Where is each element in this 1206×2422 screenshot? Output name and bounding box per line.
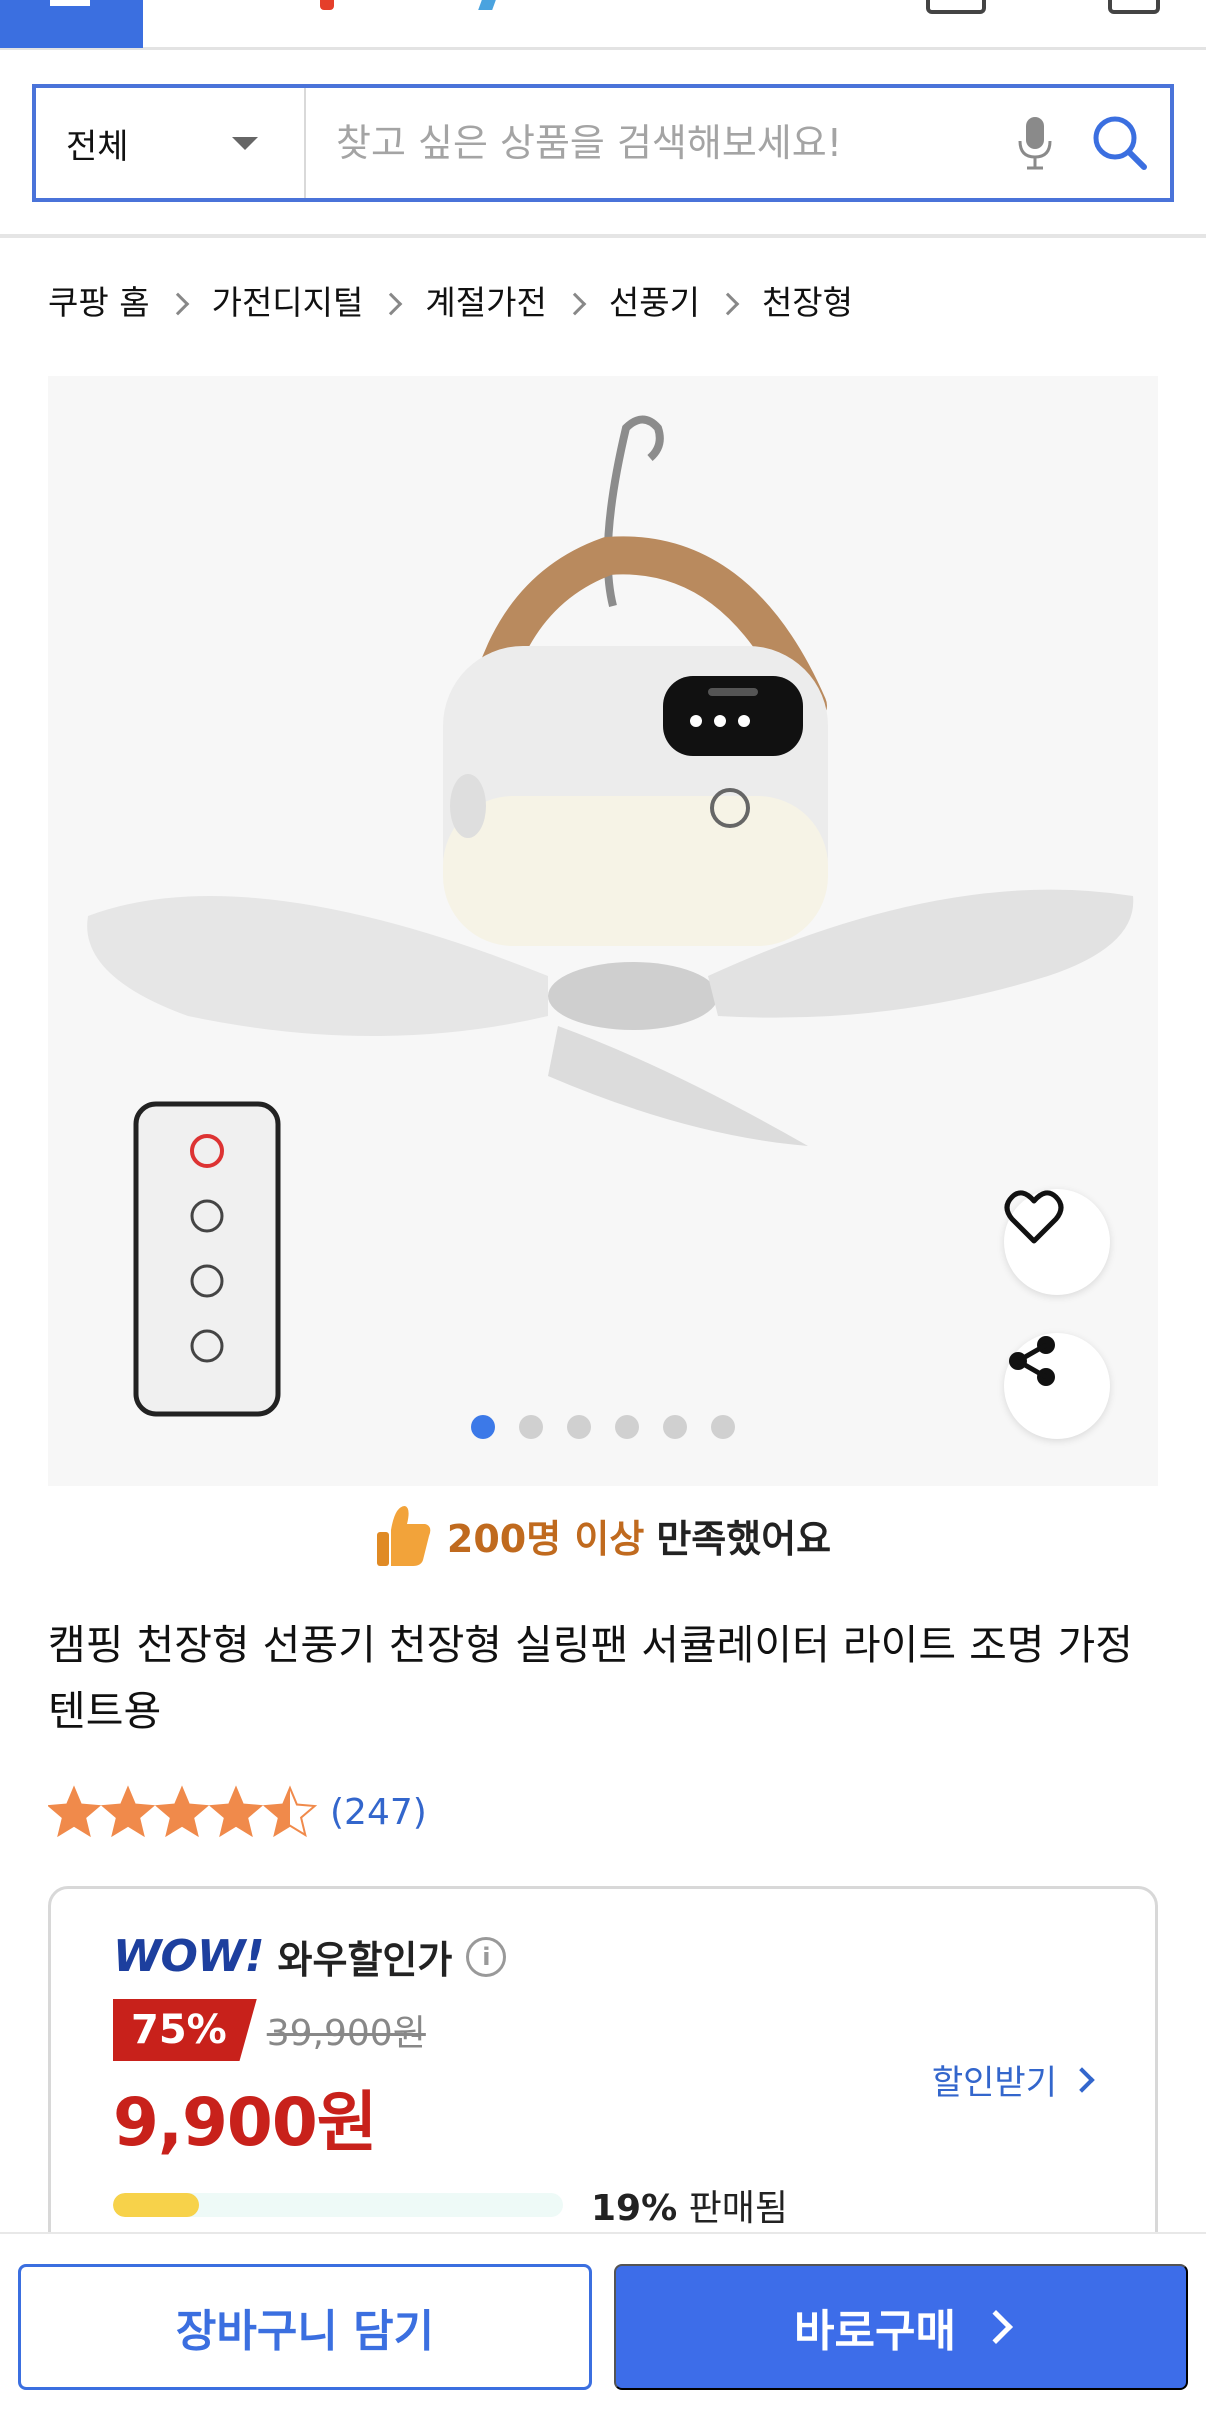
- satisfaction-text: 만족했어요: [656, 1516, 832, 1561]
- gallery-pagination: [0, 1415, 1206, 1439]
- discount-row: 75% 39,900원: [113, 1999, 426, 2061]
- bottom-action-bar: 장바구니 담기 바로구매: [0, 2232, 1206, 2422]
- wishlist-button[interactable]: [1004, 1189, 1110, 1295]
- info-icon[interactable]: i: [466, 1936, 507, 1977]
- rating-star: [262, 1785, 318, 1838]
- chevron-right-icon: [716, 292, 740, 316]
- menu-button[interactable]: [0, 0, 143, 48]
- sold-progress-fill: [113, 2193, 199, 2217]
- sold-text: 19% 판매됨: [591, 2179, 788, 2231]
- chevron-right-icon: [1069, 2066, 1095, 2093]
- category-select[interactable]: 전체: [36, 88, 306, 198]
- search-icon[interactable]: [1070, 88, 1170, 198]
- rating-star: [154, 1785, 210, 1838]
- microphone-icon[interactable]: [1000, 88, 1070, 198]
- product-image-gallery[interactable]: [48, 376, 1158, 1486]
- search-bar: 전체: [32, 84, 1174, 202]
- cart-icon[interactable]: [1108, 0, 1160, 14]
- product-rating[interactable]: (247): [48, 1782, 427, 1842]
- chevron-right-icon: [380, 292, 403, 316]
- breadcrumb-item-ceiling[interactable]: 천장형: [762, 276, 853, 324]
- category-select-value: 전체: [66, 126, 129, 167]
- rating-star: [100, 1785, 156, 1838]
- share-icon: [1009, 1336, 1055, 1386]
- original-price: 39,900원: [266, 2013, 426, 2054]
- chevron-right-icon: [563, 292, 587, 316]
- satisfaction-count: 200명 이상: [446, 1516, 645, 1561]
- rating-star: [48, 1785, 102, 1838]
- logo-fragment[interactable]: [320, 0, 334, 10]
- sold-progress: 19% 판매됨: [113, 2179, 788, 2231]
- buy-now-label: 바로구매: [794, 2306, 956, 2357]
- product-image: [87, 415, 1134, 1417]
- logo-fragment-2[interactable]: [478, 0, 496, 10]
- coupon-label: 할인받기: [931, 2063, 1057, 2103]
- wow-logo: WOW!: [113, 1931, 265, 1982]
- pagination-dot[interactable]: [567, 1415, 591, 1439]
- breadcrumb-item-digital[interactable]: 가전디지털: [212, 276, 364, 324]
- pagination-dot[interactable]: [663, 1415, 687, 1439]
- sold-label: 판매됨: [688, 2188, 788, 2229]
- rating-star: [208, 1785, 264, 1838]
- hamburger-icon: [50, 0, 90, 6]
- coupon-button[interactable]: 할인받기: [931, 2055, 1095, 2104]
- rating-stars: [48, 1785, 318, 1838]
- chevron-right-icon: [978, 2310, 1013, 2344]
- pagination-dot[interactable]: [615, 1415, 639, 1439]
- discount-badge: 75%: [113, 1999, 257, 2061]
- chevron-down-icon: [232, 137, 258, 150]
- breadcrumb: 쿠팡 홈 가전디지털 계절가전 선풍기 천장형: [48, 275, 853, 325]
- top-header: [0, 0, 1206, 50]
- sold-percent: 19%: [591, 2188, 678, 2229]
- satisfaction-banner: 200명 이상 만족했어요: [0, 1500, 1206, 1570]
- search-input[interactable]: [306, 88, 1000, 198]
- review-count[interactable]: (247): [330, 1792, 427, 1833]
- pagination-dot[interactable]: [471, 1415, 495, 1439]
- chevron-right-icon: [166, 292, 189, 316]
- sold-progress-track: [113, 2193, 563, 2217]
- wow-price-header: WOW! 와우할인가 i: [113, 1929, 507, 1984]
- breadcrumb-item-fan[interactable]: 선풍기: [609, 276, 700, 324]
- header-divider: [0, 234, 1206, 238]
- sale-price: 9,900원: [113, 2084, 377, 2161]
- breadcrumb-item-home[interactable]: 쿠팡 홈: [48, 276, 150, 324]
- wow-price-label: 와우할인가: [277, 1938, 453, 1982]
- person-icon[interactable]: [926, 0, 986, 14]
- pagination-dot[interactable]: [519, 1415, 543, 1439]
- breadcrumb-item-seasonal[interactable]: 계절가전: [425, 276, 546, 324]
- add-to-cart-button[interactable]: 장바구니 담기: [18, 2264, 592, 2390]
- product-title: 캠핑 천장형 선풍기 천장형 실링팬 서큘레이터 라이트 조명 가정 텐트용: [48, 1621, 1133, 1735]
- buy-now-button[interactable]: 바로구매: [614, 2264, 1188, 2390]
- thumbs-up-icon: [376, 1506, 431, 1566]
- heart-icon: [1004, 1190, 1064, 1244]
- pagination-dot[interactable]: [711, 1415, 735, 1439]
